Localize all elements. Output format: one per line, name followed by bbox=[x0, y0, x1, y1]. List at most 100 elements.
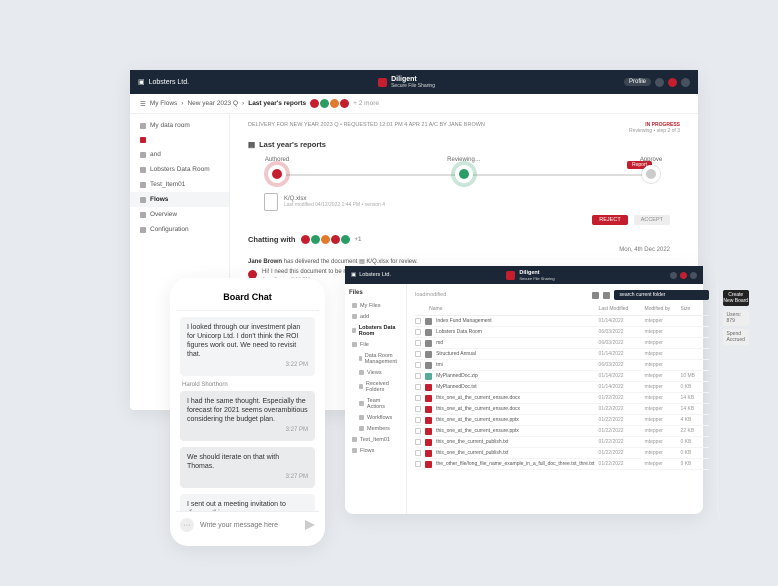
diligent-logo-icon bbox=[378, 78, 387, 87]
table-row[interactable]: Lobsters Data Room06/03/2022mtepper bbox=[415, 327, 708, 338]
chat-delivery-msg: Jane Brown has delivered the document ▤ … bbox=[248, 258, 680, 265]
table-row[interactable]: this_one_the_current_publish.txt01/22/20… bbox=[415, 437, 708, 448]
table-row[interactable]: the_other_file/long_file_name_example_in… bbox=[415, 459, 708, 470]
row-checkbox[interactable] bbox=[415, 406, 421, 412]
row-checkbox[interactable] bbox=[415, 428, 421, 434]
sidebar-item-1[interactable] bbox=[130, 133, 229, 147]
item-icon bbox=[359, 356, 362, 361]
tablet-sidebar-item[interactable]: Lobsters Data Room bbox=[349, 322, 402, 339]
send-icon[interactable] bbox=[305, 520, 315, 530]
toolbar-new-icon[interactable] bbox=[592, 292, 599, 299]
settings-icon[interactable] bbox=[681, 78, 690, 87]
file-chip[interactable]: K/Q.xlsxLast modified 04/12/2022 1:44 PM… bbox=[264, 193, 680, 211]
step-authored[interactable] bbox=[268, 165, 286, 183]
breadcrumb-more[interactable]: + 2 more bbox=[353, 100, 379, 107]
message-input[interactable] bbox=[200, 522, 299, 529]
file-icon bbox=[425, 450, 432, 457]
sidebar-item-test[interactable]: Test_Item01 bbox=[130, 177, 229, 192]
row-checkbox[interactable] bbox=[415, 340, 421, 346]
table-row[interactable]: this_one_at_the_current_ensure.docx01/22… bbox=[415, 404, 708, 415]
tablet-sidebar-item[interactable]: Data Room Management bbox=[349, 350, 402, 367]
item-icon bbox=[359, 384, 363, 389]
file-icon bbox=[425, 439, 432, 446]
sidebar-item-overview[interactable]: Overview bbox=[130, 207, 229, 222]
create-board-button[interactable]: Create New Board bbox=[723, 290, 749, 306]
table-row[interactable]: this_one_the_current_publish.txt01/22/20… bbox=[415, 448, 708, 459]
chat-header: Chatting with +1 bbox=[248, 235, 680, 244]
folder-icon bbox=[425, 340, 432, 347]
chat-sender: Harold Shorthorn bbox=[182, 382, 315, 388]
box-icon bbox=[425, 373, 432, 380]
table-row[interactable]: this_one_at_the_current_ensure.pptx01/22… bbox=[415, 426, 708, 437]
row-checkbox[interactable] bbox=[415, 351, 421, 357]
row-checkbox[interactable] bbox=[415, 384, 421, 390]
toolbar-upload-icon[interactable] bbox=[603, 292, 610, 299]
reject-button[interactable]: REJECT bbox=[592, 215, 627, 225]
attachment-icon[interactable]: ··· bbox=[180, 518, 194, 532]
search-input[interactable]: search current folder bbox=[614, 290, 709, 300]
tablet-sidebar-item[interactable]: Test_Item01 bbox=[349, 434, 402, 445]
step-reviewing[interactable] bbox=[455, 165, 473, 183]
icon[interactable] bbox=[690, 272, 697, 279]
diligent-logo-icon bbox=[506, 271, 515, 280]
item-icon bbox=[352, 448, 357, 453]
row-checkbox[interactable] bbox=[415, 373, 421, 379]
breadcrumb-1[interactable]: My Flows bbox=[150, 100, 177, 107]
sidebar-item-lobsters[interactable]: Lobsters Data Room bbox=[130, 162, 229, 177]
tablet-sidebar-item[interactable]: Workflows bbox=[349, 412, 402, 423]
table-row[interactable]: MyPlannedDoc.txt01/14/2022mtepper0 KB bbox=[415, 382, 708, 393]
right-chip[interactable]: Spend Accrued bbox=[723, 329, 749, 345]
user-avatar-icon[interactable] bbox=[680, 272, 687, 279]
table-row[interactable]: this_one_at_the_current_ensure.pptx01/22… bbox=[415, 415, 708, 426]
chat-date: Mon, 4th Dec 2022 bbox=[248, 247, 670, 253]
folder-icon bbox=[425, 362, 432, 369]
sidebar-item-flows[interactable]: Flows bbox=[130, 192, 229, 207]
accept-button[interactable]: ACCEPT bbox=[634, 215, 670, 225]
sort-label[interactable]: loadmodified bbox=[415, 292, 446, 298]
chat-bubble[interactable]: I had the same thought. Especially the f… bbox=[180, 391, 315, 441]
folder-icon bbox=[425, 329, 432, 336]
table-row[interactable]: MyPlannedDoc.zip01/14/2022mtepper10 MB bbox=[415, 371, 708, 382]
chat-bubble[interactable]: I sent out a meeting invitation to discu… bbox=[180, 494, 315, 511]
table-row[interactable]: Index Fund Management01/14/2022mtepper bbox=[415, 316, 708, 327]
document-icon: ▤ bbox=[248, 140, 255, 149]
breadcrumb-3[interactable]: Last year's reports bbox=[248, 100, 306, 107]
table-row[interactable]: tmi06/03/2022mtepper bbox=[415, 360, 708, 371]
tablet-sidebar-item[interactable]: Members bbox=[349, 423, 402, 434]
user-avatar-icon[interactable] bbox=[668, 78, 677, 87]
notification-icon[interactable] bbox=[655, 78, 664, 87]
row-checkbox[interactable] bbox=[415, 329, 421, 335]
right-chip[interactable]: Users: 879 bbox=[723, 310, 749, 326]
item-icon bbox=[352, 303, 357, 308]
step-approve[interactable] bbox=[642, 165, 660, 183]
folder-icon bbox=[425, 351, 432, 358]
tablet-sidebar-item[interactable]: File bbox=[349, 339, 402, 350]
table-row[interactable]: Structured Annual01/14/2022mtepper bbox=[415, 349, 708, 360]
tablet-sidebar-item[interactable]: add bbox=[349, 311, 402, 322]
icon[interactable] bbox=[670, 272, 677, 279]
table-row[interactable]: this_one_at_the_current_ensure.docx01/22… bbox=[415, 393, 708, 404]
sidebar-item-mydata[interactable]: My data room bbox=[130, 118, 229, 133]
row-checkbox[interactable] bbox=[415, 439, 421, 445]
tablet-sidebar: Files My FilesaddLobsters Data RoomFileD… bbox=[345, 284, 407, 514]
tablet-sidebar-item[interactable]: Team Actions bbox=[349, 395, 402, 412]
sidebar-item-config[interactable]: Configuration bbox=[130, 222, 229, 237]
row-checkbox[interactable] bbox=[415, 417, 421, 423]
tablet-sidebar-item[interactable]: Received Folders bbox=[349, 378, 402, 395]
row-checkbox[interactable] bbox=[415, 318, 421, 324]
tablet-sidebar-item[interactable]: Views bbox=[349, 367, 402, 378]
row-checkbox[interactable] bbox=[415, 450, 421, 456]
phone-chat[interactable]: I looked through our investment plan for… bbox=[176, 311, 319, 511]
row-checkbox[interactable] bbox=[415, 461, 421, 467]
breadcrumb-2[interactable]: New year 2023 Q bbox=[187, 100, 238, 107]
tablet-sidebar-item[interactable]: My Files bbox=[349, 300, 402, 311]
tablet-sidebar-item[interactable]: Flows bbox=[349, 445, 402, 456]
file-icon: ▤ bbox=[359, 259, 365, 265]
sidebar-item-and[interactable]: and bbox=[130, 147, 229, 162]
chat-bubble[interactable]: We should iterate on that with Thomas.3:… bbox=[180, 447, 315, 488]
row-checkbox[interactable] bbox=[415, 362, 421, 368]
table-row[interactable]: md06/03/2022mtepper bbox=[415, 338, 708, 349]
profile-pill[interactable]: Profile bbox=[624, 78, 651, 86]
chat-bubble[interactable]: I looked through our investment plan for… bbox=[180, 317, 315, 376]
row-checkbox[interactable] bbox=[415, 395, 421, 401]
